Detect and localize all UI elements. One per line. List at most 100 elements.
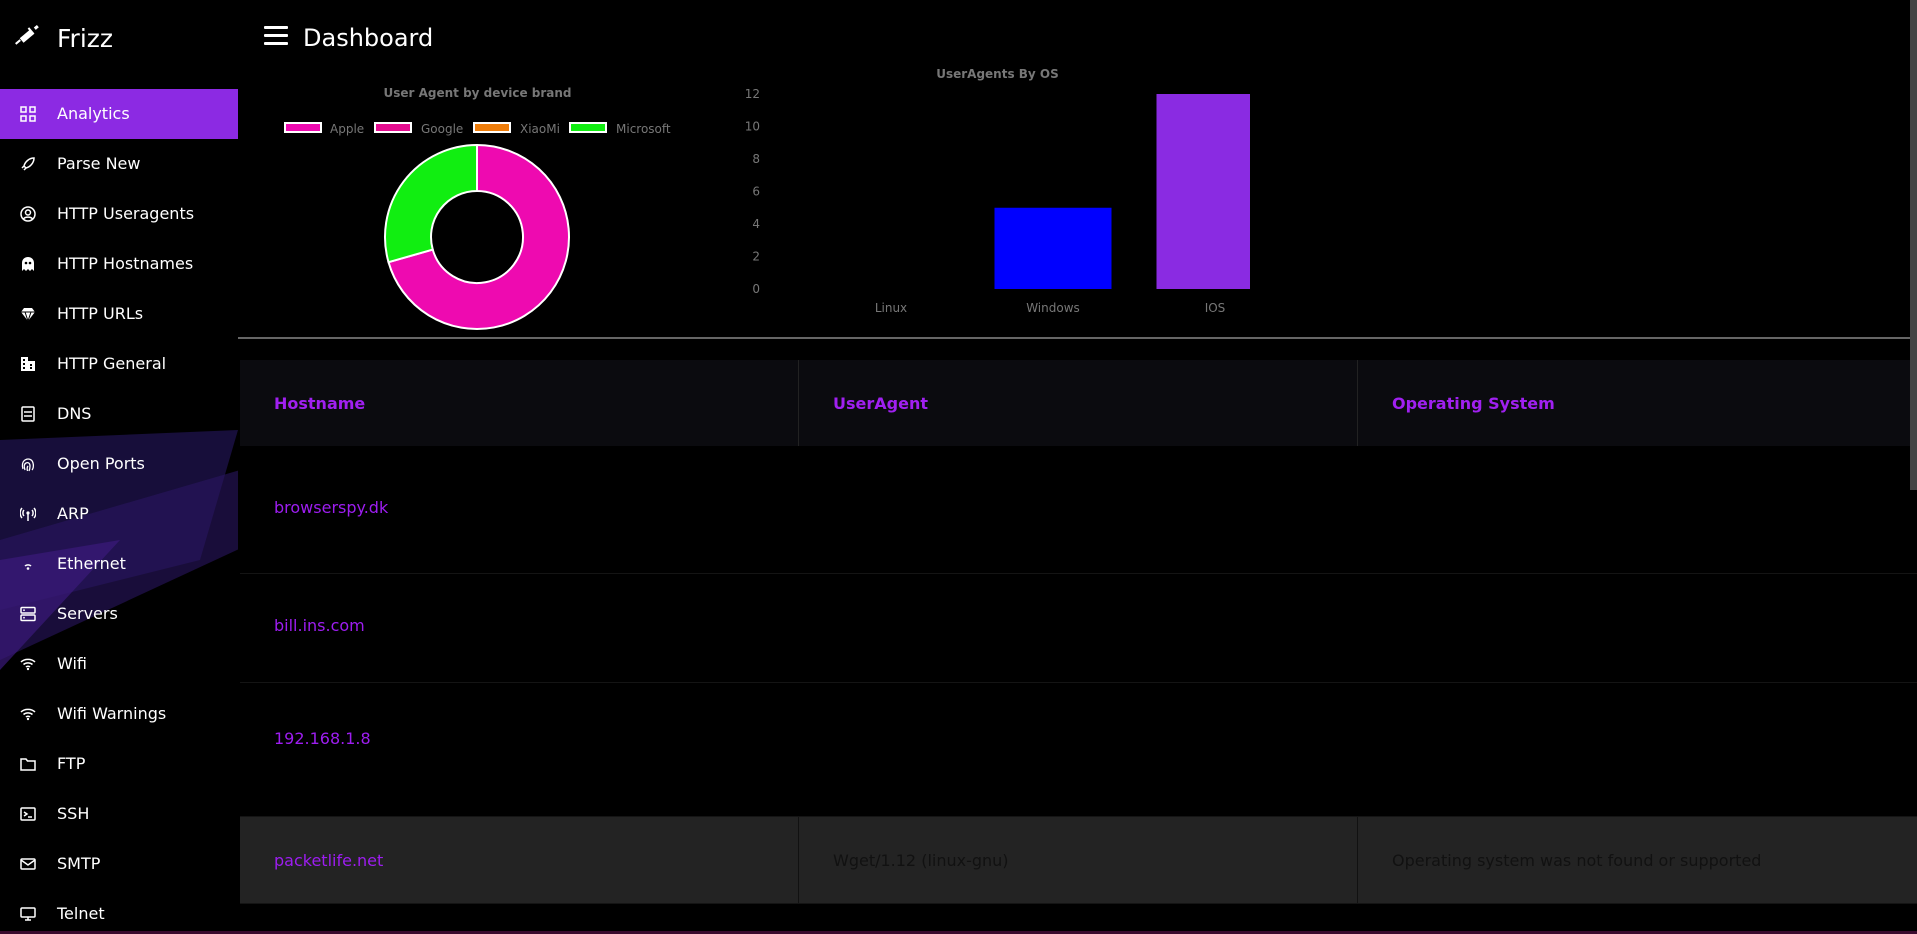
- page-title: Dashboard: [303, 24, 434, 52]
- column-header-operating-system[interactable]: Operating System: [1358, 360, 1917, 446]
- sidebar-item-dns[interactable]: DNS: [0, 389, 238, 439]
- sidebar-item-smtp[interactable]: SMTP: [0, 839, 238, 889]
- sidebar-item-arp[interactable]: ARP: [0, 489, 238, 539]
- server-doc-icon: [21, 406, 35, 422]
- y-tick-label: 8: [752, 152, 760, 166]
- terminal-icon: [20, 807, 36, 821]
- y-tick-label: 6: [752, 185, 760, 199]
- hostname-cell: 192.168.1.8: [240, 683, 799, 816]
- ghost-icon: [22, 257, 34, 271]
- y-tick-label: 2: [752, 250, 760, 264]
- bar-chart-title: UserAgents By OS: [936, 67, 1059, 81]
- bar-windows[interactable]: [994, 207, 1112, 289]
- column-header-useragent[interactable]: UserAgent: [799, 360, 1358, 446]
- x-tick-label: Linux: [875, 301, 907, 314]
- page-scrollbar[interactable]: [1910, 0, 1917, 490]
- sidebar-item-ethernet[interactable]: Ethernet: [0, 539, 238, 589]
- hostname-link[interactable]: packetlife.net: [274, 851, 383, 870]
- sidebar-item-label: Parse New: [57, 154, 141, 173]
- rocket-icon: [21, 157, 35, 171]
- sidebar-item-open-ports[interactable]: Open Ports: [0, 439, 238, 489]
- user-circle-icon: [20, 206, 36, 222]
- legend-label: Google: [421, 122, 464, 136]
- sidebar-item-ssh[interactable]: SSH: [0, 789, 238, 839]
- table-row[interactable]: 192.168.1.8: [240, 683, 1917, 817]
- sidebar-item-label: Servers: [57, 604, 118, 623]
- legend-label: XiaoMi: [520, 122, 560, 136]
- hostname-cell: bill.ins.com: [240, 574, 799, 682]
- sidebar-item-http-hostnames[interactable]: HTTP Hostnames: [0, 239, 238, 289]
- signal-small-icon: [24, 564, 32, 570]
- brand[interactable]: Frizz: [0, 0, 238, 78]
- sidebar-item-servers[interactable]: Servers: [0, 589, 238, 639]
- y-tick-label: 10: [745, 120, 760, 134]
- donut-slice-microsoft[interactable]: [384, 143, 478, 264]
- y-tick-label: 0: [752, 282, 760, 296]
- table-row[interactable]: packetlife.net Wget/1.12 (linux-gnu) Ope…: [240, 817, 1917, 904]
- table-row[interactable]: bill.ins.com: [240, 574, 1917, 683]
- sidebar-item-label: Open Ports: [57, 454, 145, 473]
- server-icon: [20, 606, 36, 622]
- app-title: Frizz: [57, 24, 114, 53]
- useragent-cell: Wget/1.12 (linux-gnu): [799, 817, 1358, 903]
- legend-label: Apple: [330, 122, 365, 136]
- hostname-link[interactable]: bill.ins.com: [274, 616, 365, 635]
- os-cell: [1358, 574, 1917, 682]
- bar-ios[interactable]: [1156, 94, 1251, 289]
- sidebar-item-parse-new[interactable]: Parse New: [0, 139, 238, 189]
- sidebar-item-label: HTTP Useragents: [57, 204, 195, 223]
- sidebar-item-http-useragents[interactable]: HTTP Useragents: [0, 189, 238, 239]
- useragent-value: Wget/1.12 (linux-gnu): [833, 851, 1009, 870]
- donut-chart-title: User Agent by device brand: [383, 86, 572, 100]
- monitor-icon: [20, 907, 36, 921]
- mail-icon: [20, 858, 36, 870]
- sidebar-item-telnet[interactable]: Telnet: [0, 889, 238, 934]
- sidebar-item-label: HTTP URLs: [57, 304, 144, 323]
- sidebar-item-label: SMTP: [57, 854, 101, 873]
- donut-chart: [384, 143, 570, 330]
- grid-icon: [20, 106, 36, 122]
- legend-swatch: [473, 122, 511, 133]
- sidebar-item-analytics[interactable]: Analytics: [0, 89, 238, 139]
- legend-swatch: [374, 122, 412, 133]
- hostname-link[interactable]: 192.168.1.8: [274, 729, 371, 748]
- sidebar-item-http-general[interactable]: HTTP General: [0, 339, 238, 389]
- folder-icon: [20, 758, 36, 771]
- sidebar-item-wifi[interactable]: Wifi: [0, 639, 238, 689]
- useragent-cell: [799, 446, 1358, 573]
- hosts-table: Hostname UserAgent Operating System brow…: [240, 360, 1917, 904]
- sidebar-item-wifi-warnings[interactable]: Wifi Warnings: [0, 689, 238, 739]
- wifi-icon: [20, 658, 36, 671]
- sidebar-item-label: Telnet: [57, 904, 105, 923]
- sidebar-item-label: Wifi: [57, 654, 87, 673]
- sidebar: Frizz Analytics Parse New HTTP Useragent…: [0, 0, 238, 934]
- syringe-icon: [15, 24, 39, 45]
- sidebar-item-ftp[interactable]: FTP: [0, 739, 238, 789]
- sidebar-item-label: DNS: [57, 404, 92, 423]
- hostname-cell: packetlife.net: [240, 817, 799, 903]
- os-value: Operating system was not found or suppor…: [1392, 851, 1762, 870]
- os-cell: [1358, 446, 1917, 573]
- building-icon: [21, 357, 35, 371]
- legend-swatch: [569, 122, 607, 133]
- sidebar-item-label: HTTP Hostnames: [57, 254, 194, 273]
- sidebar-item-label: Analytics: [57, 104, 130, 123]
- bar-chart: 0 2 4 6 8 10 12 Linux Windows IOS: [745, 87, 1251, 314]
- sidebar-item-label: Wifi Warnings: [57, 704, 167, 723]
- os-cell: [1358, 683, 1917, 816]
- sidebar-item-label: ARP: [57, 504, 89, 523]
- y-tick-label: 4: [752, 217, 760, 231]
- sidebar-item-label: Ethernet: [57, 554, 126, 573]
- table-row[interactable]: browserspy.dk: [240, 446, 1917, 574]
- hamburger-icon[interactable]: [264, 26, 288, 46]
- os-cell: Operating system was not found or suppor…: [1358, 817, 1917, 903]
- fingerprint-icon: [21, 458, 35, 472]
- sidebar-nav: Analytics Parse New HTTP Useragents HTTP…: [0, 89, 238, 934]
- sidebar-item-http-urls[interactable]: HTTP URLs: [0, 289, 238, 339]
- hostname-link[interactable]: browserspy.dk: [274, 498, 388, 517]
- legend-label: Microsoft: [616, 122, 671, 136]
- antenna-icon: [20, 507, 36, 521]
- useragent-cell: [799, 683, 1358, 816]
- sidebar-item-label: SSH: [57, 804, 90, 823]
- column-header-hostname[interactable]: Hostname: [240, 360, 799, 446]
